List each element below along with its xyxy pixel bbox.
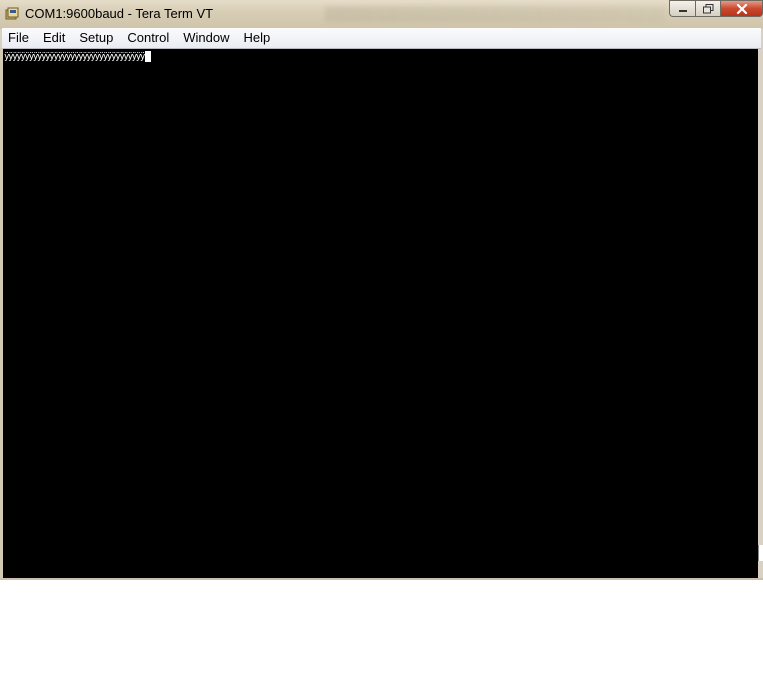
tera-term-icon[interactable]: [5, 7, 19, 21]
menu-file[interactable]: File: [2, 28, 36, 48]
close-icon: [736, 3, 747, 14]
terminal-line-1: ÿÿÿÿÿÿÿÿÿÿÿÿÿÿÿÿÿÿÿÿÿÿÿÿÿÿÿÿÿÿÿÿÿÿ: [4, 52, 145, 62]
menu-window[interactable]: Window: [176, 28, 236, 48]
menu-control[interactable]: Control: [120, 28, 176, 48]
scrollbar-edge[interactable]: [758, 545, 763, 561]
close-button[interactable]: [720, 0, 763, 17]
text-cursor: [145, 51, 151, 62]
menu-help[interactable]: Help: [237, 28, 278, 48]
minimize-icon: [678, 9, 687, 12]
window-frame-bottom: [0, 578, 763, 580]
caption-buttons: [669, 0, 763, 19]
maximize-icon: [702, 3, 713, 13]
maximize-button[interactable]: [695, 0, 720, 17]
terminal-area[interactable]: ÿÿÿÿÿÿÿÿÿÿÿÿÿÿÿÿÿÿÿÿÿÿÿÿÿÿÿÿÿÿÿÿÿÿ: [3, 49, 758, 578]
menu-setup[interactable]: Setup: [72, 28, 120, 48]
minimize-button[interactable]: [669, 0, 695, 17]
background-blur: [325, 6, 665, 22]
window-title: COM1:9600baud - Tera Term VT: [25, 6, 214, 21]
menu-edit[interactable]: Edit: [36, 28, 72, 48]
menu-bar: File Edit Setup Control Window Help: [2, 28, 761, 49]
tera-term-window: COM1:9600baud - Tera Term VT File Edit S…: [0, 0, 763, 580]
title-bar[interactable]: COM1:9600baud - Tera Term VT: [0, 0, 763, 29]
